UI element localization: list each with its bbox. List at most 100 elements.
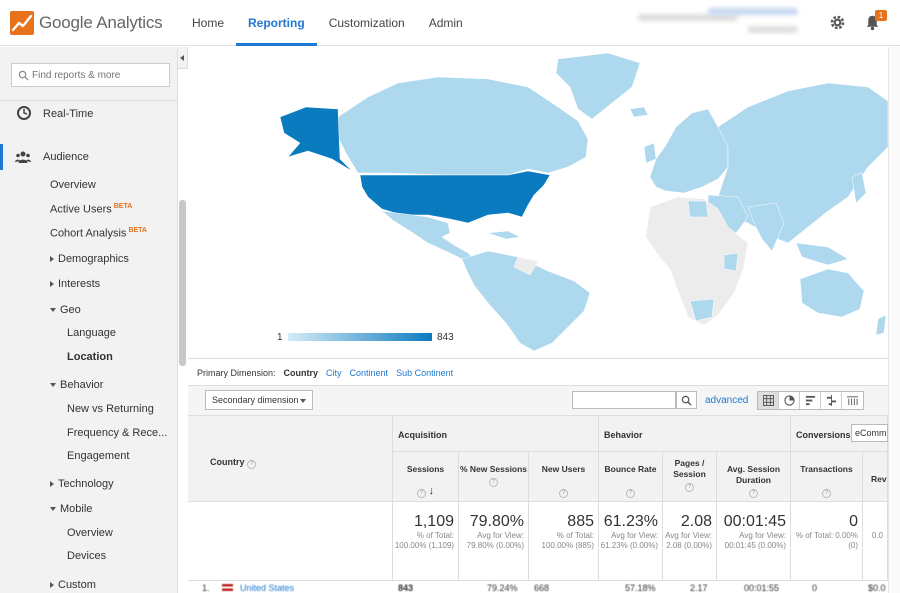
table-search-button[interactable]	[676, 391, 697, 409]
search-input[interactable]	[32, 67, 167, 83]
total-value: 61.23%	[603, 513, 658, 530]
nav-home[interactable]: Home	[180, 0, 236, 46]
app-title: Google Analytics	[39, 13, 163, 32]
continent-europe	[649, 108, 729, 194]
row-transactions: 0	[812, 583, 818, 593]
conversions-group-header: Conversions eComm	[791, 416, 888, 452]
view-comparison-button[interactable]	[821, 392, 842, 409]
ecommerce-dropdown[interactable]: eComm	[851, 424, 888, 442]
sidebar-item-custom[interactable]: Custom	[50, 579, 96, 591]
country-header-label: Country	[210, 457, 245, 467]
total-sub: % of Total: 100.00% (885)	[541, 531, 594, 550]
view-performance-button[interactable]	[800, 392, 821, 409]
secondary-dimension-dropdown[interactable]: Secondary dimension	[205, 390, 313, 410]
sidebar-item-demographics[interactable]: Demographics	[50, 253, 129, 265]
dimension-country[interactable]: Country	[284, 368, 319, 378]
sidebar-item-location[interactable]: Location	[67, 351, 113, 363]
sidebar-item-devices[interactable]: Devices	[67, 550, 106, 562]
sidebar-item-new-vs-returning[interactable]: New vs Returning	[67, 403, 154, 415]
view-table-button[interactable]	[758, 392, 779, 409]
sidebar-collapse-button[interactable]	[178, 47, 188, 69]
help-icon[interactable]: ?	[822, 489, 831, 498]
view-pivot-button[interactable]	[842, 392, 863, 409]
sidebar-item-geo[interactable]: Geo	[50, 304, 81, 316]
view-pie-button[interactable]	[779, 392, 800, 409]
gear-icon[interactable]	[829, 14, 846, 31]
sidebar-item-mobile[interactable]: Mobile	[50, 503, 92, 515]
total-sub: Avg for View: 61.23% (0.00%)	[600, 531, 658, 550]
help-icon[interactable]: ?	[749, 489, 758, 498]
caret-right-icon	[50, 481, 54, 488]
column-label: Bounce Rate	[604, 464, 657, 474]
help-icon[interactable]: ?	[489, 478, 498, 487]
sidebar-item-engagement[interactable]: Engagement	[67, 450, 129, 462]
help-icon[interactable]: ?	[417, 489, 427, 498]
sidebar-item-interests[interactable]: Interests	[50, 278, 100, 290]
nav-customization[interactable]: Customization	[317, 0, 417, 46]
sort-down-icon: ↓	[428, 485, 434, 497]
column-label: Pages / Session	[673, 458, 706, 479]
dimension-sub-continent[interactable]: Sub Continent	[396, 368, 453, 378]
pct-new-sessions-column-header[interactable]: % New Sessions?	[459, 452, 529, 502]
total-value: 0	[849, 513, 858, 530]
primary-dimension-row: Primary Dimension: Country City Continen…	[197, 368, 461, 378]
sidebar-item-label: Demographics	[58, 253, 129, 265]
total-transactions: 0% of Total: 0.00% (0)	[791, 502, 863, 581]
total-value: 2.08	[680, 513, 712, 530]
behavior-group-header: Behavior	[599, 416, 791, 452]
account-selector[interactable]	[638, 8, 798, 38]
row-duration: 00:01:55	[744, 583, 780, 593]
nav-reporting[interactable]: Reporting	[236, 0, 317, 46]
sidebar-scrollbar[interactable]	[179, 200, 186, 366]
world-map[interactable]: 1 843	[188, 47, 888, 359]
sidebar-item-language[interactable]: Language	[67, 327, 116, 339]
sidebar-search[interactable]	[11, 63, 170, 87]
new-users-column-header[interactable]: New Users?	[529, 452, 599, 502]
sidebar-item-cohort[interactable]: Cohort Analysis BETA	[50, 227, 147, 240]
nav-admin[interactable]: Admin	[417, 0, 475, 46]
revenue-column-header[interactable]: Reve	[863, 452, 888, 502]
app-logo[interactable]: Google Analytics	[10, 11, 163, 35]
table-search-input[interactable]	[572, 391, 676, 409]
table-row[interactable]: 1. United States 843 79.24% 668 57.18% 2…	[188, 581, 888, 593]
sidebar: Real-Time Audience Overview Active Users…	[0, 47, 178, 593]
country-greenland	[555, 52, 641, 120]
sidebar-item-overview[interactable]: Overview	[50, 179, 96, 191]
totals-country-cell	[188, 502, 393, 581]
region-se-asia	[795, 242, 849, 266]
country-header[interactable]: Country ?	[188, 416, 393, 502]
sidebar-item-behavior[interactable]: Behavior	[50, 379, 103, 391]
caret-right-icon	[50, 256, 54, 263]
row-revenue: $0.0	[868, 583, 886, 593]
bar-chart-icon	[805, 395, 816, 406]
help-icon[interactable]: ?	[626, 489, 635, 498]
help-icon[interactable]: ?	[685, 483, 694, 492]
sidebar-item-mobile-overview[interactable]: Overview	[67, 527, 113, 539]
avg-duration-column-header[interactable]: Avg. Session Duration?	[717, 452, 791, 502]
country-egypt	[687, 200, 709, 218]
transactions-column-header[interactable]: Transactions?	[791, 452, 863, 502]
page-scrollbar[interactable]	[888, 47, 900, 593]
country-uk	[643, 142, 657, 164]
search-icon	[18, 70, 29, 81]
sessions-column-header[interactable]: Sessions? ↓	[393, 452, 459, 502]
total-sub: Avg for View: 79.80% (0.00%)	[466, 531, 524, 550]
total-sub: Avg for View: 2.08 (0.00%)	[665, 531, 712, 550]
help-icon[interactable]: ?	[247, 460, 257, 469]
dimension-continent[interactable]: Continent	[350, 368, 389, 378]
pivot-icon	[847, 396, 858, 406]
search-icon	[681, 395, 692, 406]
total-value: 1,109	[413, 513, 454, 530]
dimension-city[interactable]: City	[326, 368, 342, 378]
advanced-filter-link[interactable]: advanced	[705, 395, 748, 406]
row-country-link[interactable]: United States	[240, 583, 294, 593]
sidebar-item-realtime[interactable]: Real-Time	[43, 108, 93, 120]
help-icon[interactable]: ?	[559, 489, 568, 498]
sidebar-item-active-users[interactable]: Active Users BETA	[50, 203, 132, 216]
sidebar-item-frequency[interactable]: Frequency & Rece...	[67, 427, 167, 439]
bounce-rate-column-header[interactable]: Bounce Rate?	[599, 452, 663, 502]
sidebar-item-audience[interactable]: Audience	[43, 151, 89, 163]
sidebar-item-technology[interactable]: Technology	[50, 478, 114, 490]
pages-session-column-header[interactable]: Pages / Session?	[663, 452, 717, 502]
row-new-users: 668	[534, 583, 550, 593]
